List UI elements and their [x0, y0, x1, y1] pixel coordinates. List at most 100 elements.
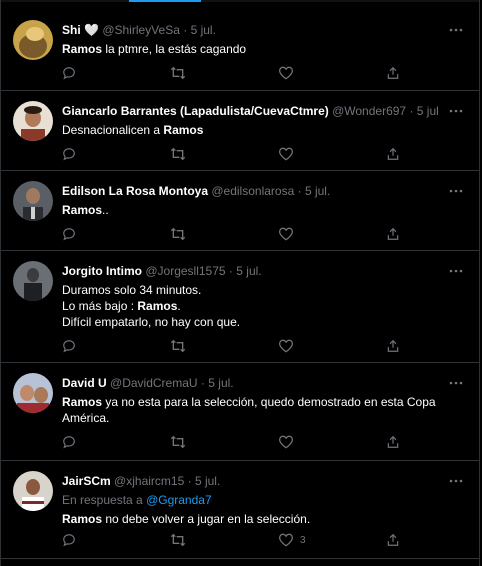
tweet-text: Ramos la ptmre, la estás cagando: [62, 41, 439, 57]
separator: ·: [297, 184, 302, 198]
tweet-actions: [62, 435, 412, 451]
tweet-date[interactable]: 5 jul.: [417, 104, 439, 118]
author-name[interactable]: Jorgito Intimo: [62, 264, 142, 278]
author-name[interactable]: JairSCm: [62, 474, 111, 488]
tweet-text-body: Lo más bajo :: [62, 299, 138, 313]
share-icon[interactable]: [386, 147, 400, 163]
tweet-date[interactable]: 5 jul.: [305, 184, 330, 198]
retweet-icon[interactable]: [170, 533, 186, 549]
author-name[interactable]: Giancarlo Barrantes (Lapadulista/CuevaCt…: [62, 104, 329, 118]
separator: ·: [183, 23, 188, 37]
tab-bar-line: [1, 0, 479, 2]
tweet-line: Lo más bajo : Ramos.: [62, 298, 439, 314]
tweet-text-body: ya no esta para la selección, quedo demo…: [62, 395, 436, 425]
mention-ramos: Ramos: [62, 203, 103, 217]
reply-icon[interactable]: [62, 66, 76, 82]
tweet[interactable]: Shi 🤍 @ShirleyVeSa · 5 jul. Ramos la ptm…: [1, 10, 479, 91]
tweet-text: Desnacionalicen a Ramos: [62, 122, 439, 138]
like-icon[interactable]: [278, 339, 294, 355]
share-icon[interactable]: [386, 435, 400, 451]
retweet-icon[interactable]: [170, 227, 186, 243]
like-count: 3: [300, 535, 306, 546]
like-icon[interactable]: [278, 147, 294, 163]
reply-mention-link[interactable]: @Ggranda7: [146, 493, 212, 507]
separator: ·: [200, 376, 205, 390]
avatar-image: [13, 261, 53, 301]
like-button[interactable]: 3: [278, 533, 318, 549]
tweet-date[interactable]: 5 jul.: [191, 23, 216, 37]
author-name[interactable]: Edilson La Rosa Montoya: [62, 184, 208, 198]
tweet[interactable]: JairSCm @xjhaircm15 · 5 jul. En respuest…: [1, 461, 479, 559]
tweet-actions: 3: [62, 533, 412, 549]
retweet-icon[interactable]: [170, 66, 186, 82]
tweet[interactable]: Edilson La Rosa Montoya @edilsonlarosa ·…: [1, 171, 479, 251]
avatar[interactable]: [13, 181, 53, 221]
tweet-actions: [62, 339, 412, 355]
like-icon[interactable]: [278, 533, 318, 547]
reply-icon[interactable]: [62, 227, 76, 243]
more-icon[interactable]: [449, 183, 463, 193]
author-name[interactable]: David U: [62, 376, 107, 390]
tweet[interactable]: Giancarlo Barrantes (Lapadulista/CuevaCt…: [1, 91, 479, 171]
tweet-text-body: ..: [102, 203, 109, 217]
author-handle[interactable]: @ShirleyVeSa: [102, 23, 180, 37]
timeline: Shi 🤍 @ShirleyVeSa · 5 jul. Ramos la ptm…: [0, 0, 480, 566]
more-icon[interactable]: [449, 22, 463, 32]
tweet-date[interactable]: 5 jul.: [195, 474, 220, 488]
tweet-text-body: la ptmre, la estás cagando: [102, 42, 247, 56]
avatar-image: [13, 471, 53, 511]
tweet-line: Difícil empatarlo, no hay con que.: [62, 315, 241, 329]
reply-icon[interactable]: [62, 147, 76, 163]
tweet[interactable]: Jorgito Intimo @Jorgesll1575 · 5 jul. Du…: [1, 251, 479, 363]
author-name[interactable]: Shi: [62, 23, 81, 37]
separator: ·: [187, 474, 192, 488]
heart-emoji: 🤍: [84, 23, 99, 37]
like-icon[interactable]: [278, 227, 294, 243]
avatar-image: [13, 20, 53, 60]
retweet-icon[interactable]: [170, 339, 186, 355]
mention-ramos: Ramos: [137, 299, 178, 313]
mention-ramos: Ramos: [62, 395, 103, 409]
like-icon[interactable]: [278, 435, 294, 451]
like-icon[interactable]: [278, 66, 294, 82]
more-icon[interactable]: [449, 263, 463, 273]
tweet-line: Duramos solo 34 minutos.: [62, 283, 202, 297]
retweet-icon[interactable]: [170, 147, 186, 163]
retweet-icon[interactable]: [170, 435, 186, 451]
reply-icon[interactable]: [62, 435, 76, 451]
share-icon[interactable]: [386, 533, 400, 549]
author-handle[interactable]: @Wonder697: [332, 104, 406, 118]
tweet-text-body: Desnacionalicen a: [62, 123, 164, 137]
tweet-actions: [62, 147, 412, 163]
author-handle[interactable]: @DavidCremaU: [110, 376, 198, 390]
tweet-text: Duramos solo 34 minutos. Lo más bajo : R…: [62, 282, 439, 330]
more-icon[interactable]: [449, 473, 463, 483]
tweet-text-body: .: [177, 299, 181, 313]
separator: ·: [228, 264, 233, 278]
avatar-image: [13, 181, 53, 221]
share-icon[interactable]: [386, 227, 400, 243]
author-handle[interactable]: @edilsonlarosa: [211, 184, 294, 198]
tweet[interactable]: David U @DavidCremaU · 5 jul. Ramos ya n…: [1, 363, 479, 461]
tweet-date[interactable]: 5 jul.: [208, 376, 233, 390]
tweet-text: Ramos no debe volver a jugar en la selec…: [62, 511, 439, 527]
avatar[interactable]: [13, 101, 53, 141]
reply-icon[interactable]: [62, 339, 76, 355]
mention-ramos: Ramos: [62, 42, 103, 56]
tweet-date[interactable]: 5 jul.: [236, 264, 261, 278]
avatar-image: [13, 373, 53, 413]
reply-icon[interactable]: [62, 533, 76, 549]
avatar[interactable]: [13, 373, 53, 413]
author-handle[interactable]: @Jorgesll1575: [145, 264, 225, 278]
more-icon[interactable]: [449, 375, 463, 385]
share-icon[interactable]: [386, 339, 400, 355]
share-icon[interactable]: [386, 66, 400, 82]
author-handle[interactable]: @xjhaircm15: [114, 474, 184, 488]
avatar[interactable]: [13, 471, 53, 511]
more-icon[interactable]: [449, 103, 463, 113]
avatar[interactable]: [13, 20, 53, 60]
tweet-actions: [62, 66, 412, 82]
tweet-actions: [62, 227, 412, 243]
avatar[interactable]: [13, 261, 53, 301]
active-tab-indicator: [129, 0, 201, 2]
